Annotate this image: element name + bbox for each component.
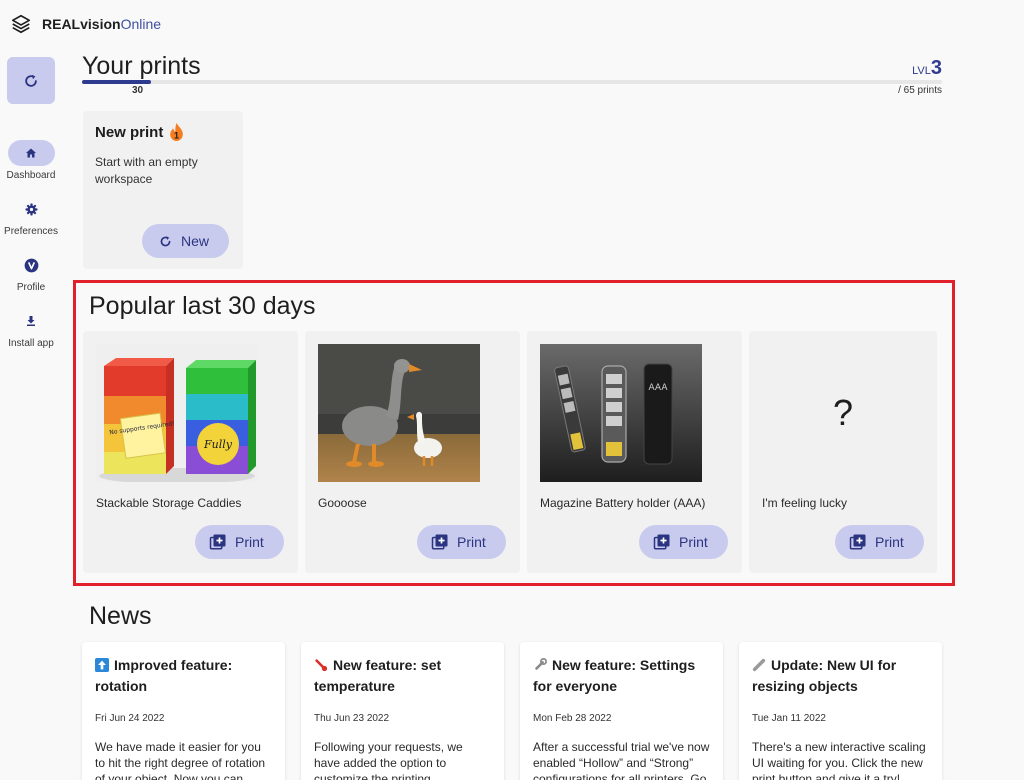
news-card-date: Tue Jan 11 2022: [752, 713, 826, 724]
new-print-button[interactable]: New: [142, 224, 229, 258]
sidebar-item-install-app[interactable]: Install app: [0, 308, 62, 349]
popular-card-name: Stackable Storage Caddies: [96, 496, 242, 510]
brand-name-bold: REALvision: [42, 16, 121, 32]
news-card[interactable]: Improved feature: rotation Fri Jun 24 20…: [82, 642, 285, 780]
popular-section: Popular last 30 days No supports require…: [73, 280, 955, 586]
news-card-title-row: Update: New UI for resizing objects: [752, 655, 929, 697]
brand[interactable]: REALvisionOnline: [10, 12, 161, 36]
news-card-date: Thu Jun 23 2022: [314, 713, 390, 724]
news-card-body: There's a new interactive scaling UI wai…: [752, 740, 926, 780]
sidebar-item-profile[interactable]: Profile: [0, 252, 62, 293]
print-button[interactable]: Print: [417, 525, 506, 559]
gear-icon: [8, 196, 55, 222]
news-card-title: New feature: Settings for everyone: [533, 657, 696, 694]
sidebar-item-label: Preferences: [4, 226, 58, 237]
home-icon: [7, 140, 55, 166]
caddies-seal-text: Fully: [203, 438, 233, 451]
prints-count: 30: [132, 85, 144, 96]
storage-caddies-thumbnail: No supports required! Fully: [96, 344, 258, 482]
popular-card-name: Goooose: [318, 496, 367, 510]
popular-card[interactable]: ? I'm feeling lucky Print: [749, 331, 937, 573]
print-button-label: Print: [457, 534, 486, 550]
new-print-card: New print 1 Start with an empty workspac…: [83, 111, 243, 269]
news-card-title-row: New feature: set temperature: [314, 655, 491, 697]
print-button-label: Print: [235, 534, 264, 550]
news-card-body: We have made it easier for you to hit th…: [95, 740, 266, 780]
news-card[interactable]: New feature: Settings for everyone Mon F…: [520, 642, 723, 780]
refresh-icon: [160, 235, 171, 246]
brand-name: REALvisionOnline: [42, 16, 161, 32]
level-prefix: LVL: [912, 65, 931, 77]
popular-card[interactable]: No supports required! Fully Stackable St…: [83, 331, 298, 573]
new-print-badge: 1: [174, 130, 179, 140]
question-mark-icon: ?: [832, 392, 854, 433]
add-to-queue-icon: [653, 534, 670, 550]
add-to-queue-icon: [431, 534, 448, 550]
popular-title: Popular last 30 days: [89, 292, 316, 320]
sidebar-item-label: Profile: [16, 282, 46, 293]
flame-icon: 1: [170, 123, 184, 141]
print-button[interactable]: Print: [835, 525, 924, 559]
news-card-title: Improved feature: rotation: [95, 657, 233, 694]
print-button[interactable]: Print: [195, 525, 284, 559]
stacked-layers-icon: [11, 14, 31, 34]
popular-card[interactable]: AAA Magazine Battery holder (AAA) Print: [527, 331, 742, 573]
news-card-title: New feature: set temperature: [314, 657, 442, 694]
prints-progress-bar: [82, 80, 942, 84]
new-print-button-label: New: [181, 233, 210, 249]
arrow-up-icon: [95, 658, 109, 672]
ruler-icon: [752, 658, 766, 672]
news-card-title-row: Improved feature: rotation: [95, 655, 272, 697]
news-card-body: After a successful trial we've now enabl…: [533, 740, 710, 780]
thermometer-icon: [315, 659, 328, 672]
prints-total: / 65 prints: [898, 85, 942, 96]
user-v-icon: [8, 252, 55, 278]
add-to-queue-icon: [849, 534, 866, 550]
brand-name-accent: Online: [120, 16, 162, 32]
add-to-queue-icon: [209, 534, 226, 550]
news-card-date: Mon Feb 28 2022: [533, 713, 612, 724]
refresh-icon: [25, 74, 37, 87]
print-button[interactable]: Print: [639, 525, 728, 559]
print-button-label: Print: [679, 534, 708, 550]
popular-card-name: Magazine Battery holder (AAA): [540, 496, 706, 510]
popular-card[interactable]: Goooose Print: [305, 331, 520, 573]
sidebar-item-preferences[interactable]: Preferences: [0, 196, 62, 237]
level-indicator: LVL3: [912, 57, 942, 80]
news-card[interactable]: Update: New UI for resizing objects Tue …: [739, 642, 942, 780]
level-number: 3: [930, 57, 942, 79]
download-icon: [8, 308, 55, 334]
new-print-title-row: New print 1: [95, 123, 231, 141]
battery-label: AAA: [649, 383, 669, 393]
sidebar-item-label: Install app: [8, 338, 54, 349]
new-print-title: New print: [95, 123, 164, 141]
goose-thumbnail: [318, 344, 480, 482]
news-card-title-row: New feature: Settings for everyone: [533, 655, 710, 697]
sidebar-item-label: Dashboard: [6, 170, 56, 181]
wrench-icon: [535, 658, 547, 670]
sidebar-nav: Dashboard Preferences Profile Install ap…: [0, 140, 62, 364]
news-card[interactable]: New feature: set temperature Thu Jun 23 …: [301, 642, 504, 780]
popular-card-name: I'm feeling lucky: [762, 496, 847, 510]
prints-progress-fill: [82, 80, 151, 84]
sidebar-item-dashboard[interactable]: Dashboard: [0, 140, 62, 181]
battery-holder-thumbnail: AAA: [540, 344, 702, 482]
news-card-date: Fri Jun 24 2022: [95, 713, 165, 724]
news-card-title: Update: New UI for resizing objects: [752, 657, 897, 694]
page-title: Your prints: [82, 52, 201, 80]
news-title: News: [89, 602, 152, 630]
refresh-button[interactable]: [7, 57, 55, 104]
new-print-description: Start with an empty workspace: [95, 155, 198, 186]
print-button-label: Print: [875, 534, 904, 550]
news-card-body: Following your requests, we have added t…: [314, 740, 463, 780]
